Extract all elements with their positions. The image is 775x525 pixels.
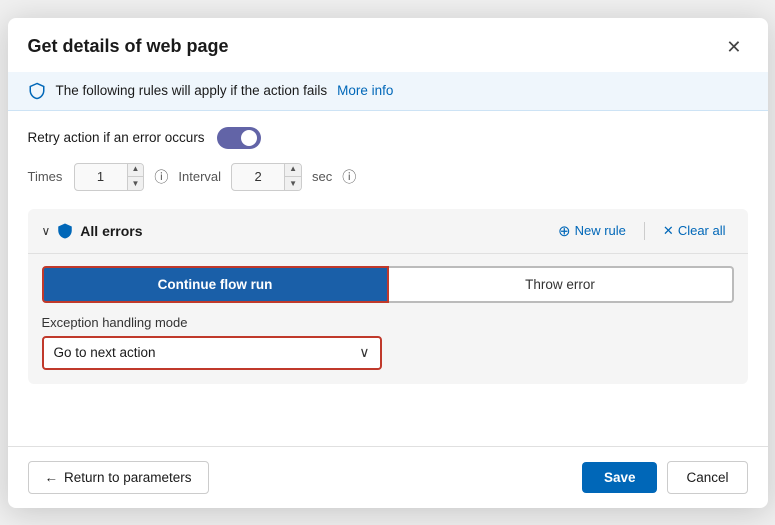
times-spinner-btns: ▲ ▼ (127, 163, 144, 191)
exception-dropdown[interactable]: Go to next action ∨ (42, 336, 382, 370)
times-decrement[interactable]: ▼ (128, 177, 144, 191)
exception-section: Exception handling mode Go to next actio… (28, 303, 748, 384)
save-button[interactable]: Save (582, 462, 658, 493)
shield-errors-icon (56, 222, 74, 240)
chevron-down-icon: ∨ (359, 344, 369, 361)
info-banner: The following rules will apply if the ac… (8, 72, 768, 111)
toggle-slider (217, 127, 261, 149)
throw-error-tab[interactable]: Throw error (389, 266, 734, 303)
return-label: Return to parameters (64, 470, 192, 485)
times-increment[interactable]: ▲ (128, 163, 144, 177)
all-errors-header: ∨ All errors ⊕ New rule ✕ Clear all (28, 209, 748, 254)
interval-increment[interactable]: ▲ (285, 163, 301, 177)
new-rule-button[interactable]: ⊕ New rule (550, 219, 634, 243)
return-button[interactable]: ← Return to parameters (28, 461, 209, 494)
times-input[interactable] (75, 169, 127, 184)
save-label: Save (604, 470, 636, 485)
x-icon: ✕ (663, 223, 674, 239)
clear-all-label: Clear all (678, 223, 726, 238)
times-info-icon: ⓘ (154, 167, 168, 187)
all-errors-section: ∨ All errors ⊕ New rule ✕ Clear all (28, 209, 748, 384)
times-interval-row: Times ▲ ▼ ⓘ Interval ▲ ▼ sec ⓘ (28, 163, 748, 191)
clear-all-button[interactable]: ✕ Clear all (655, 220, 734, 242)
retry-row: Retry action if an error occurs (28, 127, 748, 149)
continue-flow-label: Continue flow run (158, 277, 273, 292)
vertical-divider (644, 222, 645, 240)
shield-icon (28, 82, 46, 100)
dialog-header: Get details of web page ✕ (8, 18, 768, 72)
interval-input[interactable] (232, 169, 284, 184)
all-errors-actions: ⊕ New rule ✕ Clear all (550, 219, 733, 243)
all-errors-left: ∨ All errors (42, 222, 551, 240)
cancel-button[interactable]: Cancel (667, 461, 747, 494)
dialog-title: Get details of web page (28, 36, 229, 57)
collapse-icon: ∨ (42, 224, 51, 238)
interval-decrement[interactable]: ▼ (285, 177, 301, 191)
retry-label: Retry action if an error occurs (28, 130, 205, 145)
dialog-body: Retry action if an error occurs Times ▲ … (8, 111, 768, 446)
cancel-label: Cancel (686, 470, 728, 485)
more-info-link[interactable]: More info (337, 83, 393, 98)
close-button[interactable]: ✕ (720, 36, 747, 58)
all-errors-title: All errors (80, 223, 142, 239)
plus-icon: ⊕ (558, 222, 571, 240)
throw-error-label: Throw error (525, 277, 595, 292)
main-dialog: Get details of web page ✕ The following … (8, 18, 768, 508)
arrow-left-icon: ← (45, 470, 59, 485)
tab-row: Continue flow run Throw error (42, 266, 734, 303)
retry-toggle[interactable] (217, 127, 261, 149)
dialog-footer: ← Return to parameters Save Cancel (8, 446, 768, 508)
close-icon: ✕ (726, 37, 741, 57)
times-spinner[interactable]: ▲ ▼ (74, 163, 145, 191)
interval-spinner[interactable]: ▲ ▼ (231, 163, 302, 191)
sec-label: sec (312, 169, 332, 184)
exception-value: Go to next action (54, 345, 360, 360)
interval-spinner-btns: ▲ ▼ (284, 163, 301, 191)
new-rule-label: New rule (575, 223, 626, 238)
interval-info-icon: ⓘ (342, 167, 356, 187)
banner-text: The following rules will apply if the ac… (56, 83, 328, 98)
times-label: Times (28, 169, 64, 184)
exception-label: Exception handling mode (42, 315, 734, 330)
continue-flow-tab[interactable]: Continue flow run (42, 266, 389, 303)
interval-label: Interval (178, 169, 221, 184)
